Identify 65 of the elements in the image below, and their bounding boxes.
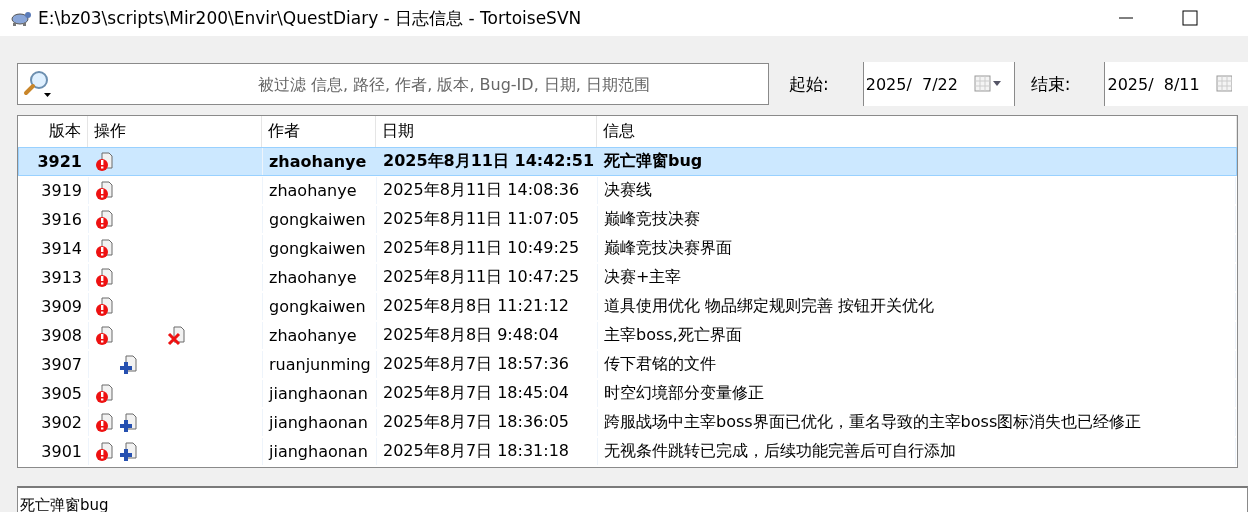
revision-cell: 3913: [19, 264, 89, 291]
table-row[interactable]: 3909 gongkaiwen 2025年8月8日 11:21:12 道具使用优化 物品绑定规则完善 按钮开关优化: [18, 292, 1237, 321]
author-cell: zhaohanye: [263, 177, 377, 204]
table-row[interactable]: 3916 gongkaiwen 2025年8月11日 11:07:05 巅峰竞技决赛: [18, 205, 1237, 234]
revision-cell: 3916: [19, 206, 89, 233]
message-cell-text: 死亡弹窗bug: [603, 150, 704, 172]
author-cell: gongkaiwen: [263, 235, 377, 262]
message-cell: 跨服战场中主宰boss界面已优化，重名导致的主宰boss图标消失也已经修正: [598, 409, 1236, 436]
table-row[interactable]: 3913 zhaohanye 2025年8月11日 10:47:25 决赛+主宰: [18, 263, 1237, 292]
author-cell: jianghaonan: [263, 438, 377, 465]
revision-cell: 3905: [19, 380, 89, 407]
date-cell: 2025年8月7日 18:31:18: [377, 438, 598, 465]
message-cell: 巅峰竞技决赛: [598, 206, 1236, 233]
date-cell: 2025年8月11日 11:07:05: [377, 206, 598, 233]
date-cell: 2025年8月11日 10:47:25: [377, 264, 598, 291]
start-date-field[interactable]: 2025/ 7/22: [862, 62, 1015, 106]
author-cell: zhaohanye: [263, 264, 377, 291]
date-cell-text: 2025年8月11日 14:42:51: [382, 150, 596, 172]
revision-cell: 3908: [19, 322, 89, 349]
filter-field[interactable]: 被过滤 信息, 路径, 作者, 版本, Bug-ID, 日期, 日期范围: [17, 63, 769, 105]
table-row[interactable]: 3914 gongkaiwen 2025年8月11日 10:49:25 巅峰竞技决赛界面: [18, 234, 1237, 263]
date-cell: 2025年8月8日 11:21:12: [377, 293, 598, 320]
date-cell: 2025年8月7日 18:36:05: [377, 409, 598, 436]
search-icon[interactable]: [23, 69, 51, 99]
date-cell: 2025年8月7日 18:57:36: [377, 351, 598, 378]
table-row[interactable]: 3921 zhaohanye 2025年8月11日 14:42:51 死亡弹窗bug: [18, 147, 1237, 176]
message-cell: 决赛线: [598, 177, 1236, 204]
message-cell: 无视条件跳转已完成，后续功能完善后可自行添加: [598, 438, 1236, 465]
revision-cell: 3909: [19, 293, 89, 320]
author-cell-text: zhaohanye: [268, 151, 368, 173]
message-cell: 时空幻境部分变量修正: [598, 380, 1236, 407]
author-cell: jianghaonan: [263, 380, 377, 407]
date-cell: 2025年8月11日 14:08:36: [377, 177, 598, 204]
author-cell: jianghaonan: [263, 409, 377, 436]
message-cell: 主宰boss,死亡界面: [598, 322, 1236, 349]
author-cell: gongkaiwen: [263, 293, 377, 320]
revision-cell: 3907: [19, 351, 89, 378]
date-cell: 2025年8月8日 9:48:04: [377, 322, 598, 349]
turtle-icon: [10, 9, 32, 27]
start-label: 起始:: [789, 72, 829, 96]
end-date-field[interactable]: 2025/ 8/11: [1104, 62, 1248, 106]
table-row[interactable]: 3907 ruanjunming 2025年8月7日 18:57:36 传下君铭的文件: [18, 350, 1237, 379]
end-label: 结束:: [1030, 72, 1071, 96]
table-row[interactable]: 3901 jianghaonan 2025年8月7日 18:31:18 无视条件跳转已完成，后续功能完善后可自行添加: [18, 437, 1237, 466]
date-cell: 2025年8月7日 18:45:04: [377, 380, 598, 407]
maximize-icon[interactable]: [1182, 10, 1198, 26]
revision-cell: 3901: [19, 438, 89, 465]
message-cell: 巅峰竞技决赛界面: [598, 235, 1236, 262]
table-row[interactable]: 3902 jianghaonan 2025年8月7日 18:36:05 跨服战场中主宰boss界面已优化，重名导致的主宰boss图标消失也已经修正: [18, 408, 1237, 437]
revision-cell: 3902: [19, 409, 89, 436]
author-cell: gongkaiwen: [263, 206, 377, 233]
author-cell: ruanjunming: [263, 351, 377, 378]
date-cell: 2025年8月11日 10:49:25: [377, 235, 598, 262]
revision-cell: 3914: [19, 235, 89, 262]
author-cell: zhaohanye: [263, 322, 377, 349]
message-cell: 道具使用优化 物品绑定规则完善 按钮开关优化: [598, 293, 1236, 320]
table-row[interactable]: 3905 jianghaonan 2025年8月7日 18:45:04 时空幻境部分变量修正: [18, 379, 1237, 408]
revision-cell: 3919: [19, 177, 89, 204]
table-row[interactable]: 3919 zhaohanye 2025年8月11日 14:08:36 决赛线: [18, 176, 1237, 205]
message-cell: 传下君铭的文件: [598, 351, 1236, 378]
table-row[interactable]: 3908 zhaohanye 2025年8月8日 9:48:04 主宰boss,死亡界面: [18, 321, 1237, 350]
message-cell: 决赛+主宰: [598, 264, 1236, 291]
calendar-dropdown-icon[interactable]: [973, 75, 1004, 93]
window-title: E:\bz03\scripts\Mir200\Envir\QuestDiary - 日志信息 - TortoiseSVN: [38, 6, 583, 30]
revision-cell-text: 3921: [36, 151, 83, 173]
